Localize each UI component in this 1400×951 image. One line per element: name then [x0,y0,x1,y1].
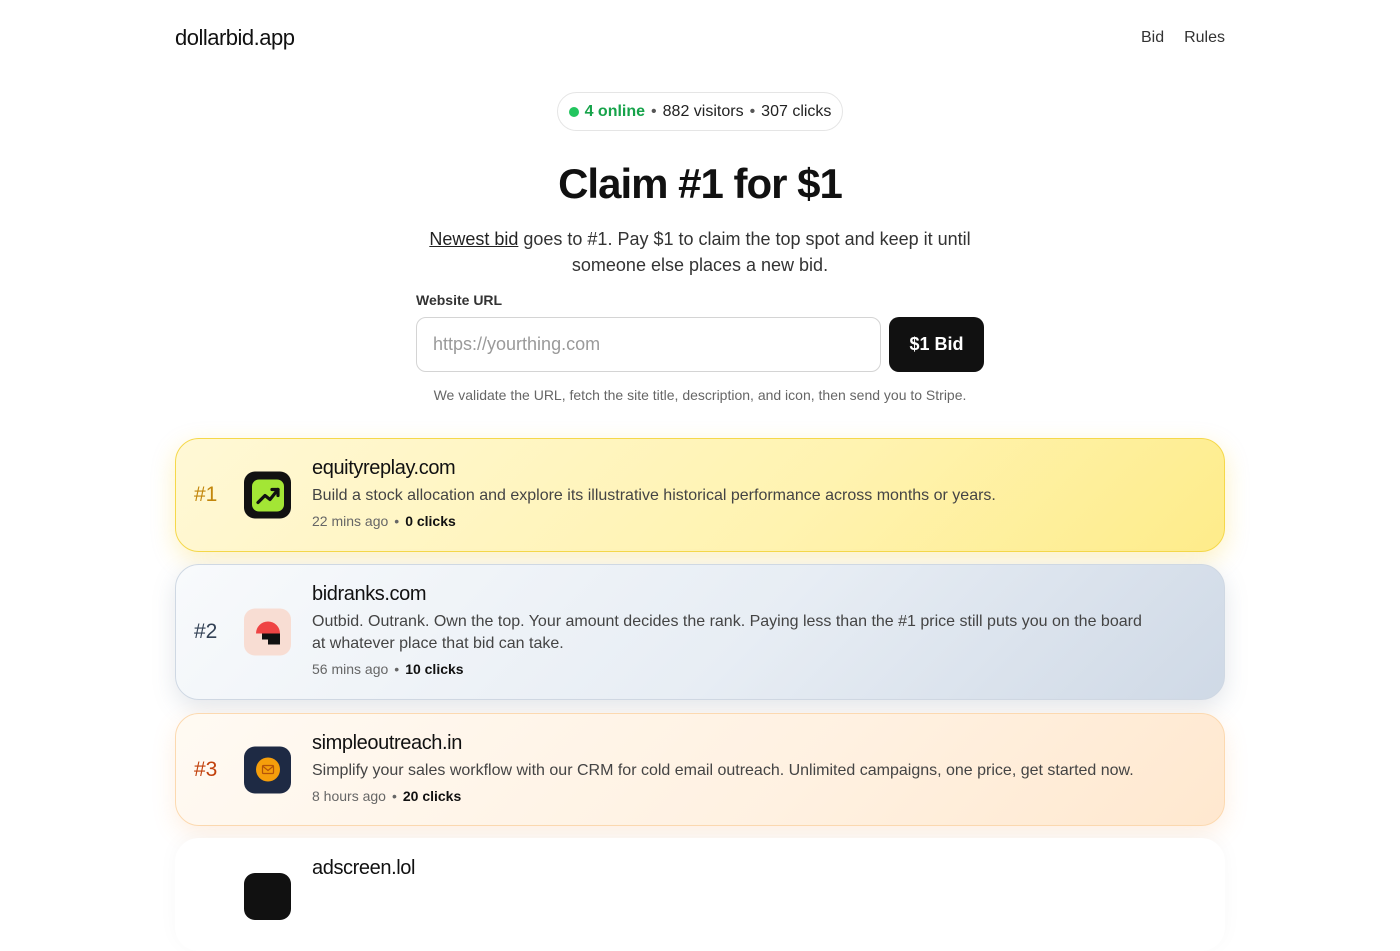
visitors-count: 882 visitors [662,102,744,120]
listing-content: simpleoutreach.in Simplify your sales wo… [312,732,1144,804]
listing-rank: #2 [194,620,218,643]
listing-rank: #3 [194,757,218,781]
listing-meta: 8 hours ago • 20 clicks [312,788,1144,804]
listing-content: bidranks.com Outbid. Outrank. Own the to… [312,583,1144,677]
listing-site[interactable]: simpleoutreach.in [312,732,1144,755]
bidranks-logo-icon [244,608,291,656]
listing-time: 22 mins ago [312,513,389,529]
listing-card-1[interactable]: #1 equityreplay.com Build a stock alloca… [175,438,1225,552]
listing-card-4[interactable]: adscreen.lol [175,838,1225,951]
live-stats-pill: 4 online • 882 visitors • 307 clicks [557,92,843,131]
listing-meta: 22 mins ago • 0 clicks [312,513,1144,529]
listing-card-2[interactable]: #2 bidranks.com Outbid. Outrank. Own the… [175,564,1225,700]
chart-trending-up-icon [244,471,291,519]
top-nav: Bid Rules [1141,29,1225,47]
website-url-label: Website URL [416,292,503,308]
separator: • [749,102,756,120]
listing-meta: 56 mins ago • 10 clicks [312,661,1144,677]
form-hint: We validate the URL, fetch the site titl… [433,387,967,403]
listing-site[interactable]: bidranks.com [312,583,1144,606]
online-dot-icon [568,106,579,117]
nav-bid-link[interactable]: Bid [1141,29,1164,47]
hero-subtitle-text: goes to #1. Pay $1 to claim the top spot… [518,229,971,275]
hero-subtitle: Newest bid goes to #1. Pay $1 to claim t… [420,226,980,278]
mail-circle-icon [244,746,291,793]
online-count: 4 online [584,102,646,120]
listing-content: adscreen.lol [312,857,1144,880]
newest-bid-link[interactable]: Newest bid [429,229,518,249]
page-title: Claim #1 for $1 [558,160,843,207]
separator: • [394,513,400,529]
clicks-count: 307 clicks [761,102,832,120]
listing-site[interactable]: adscreen.lol [312,857,1144,880]
adscreen-logo-icon [244,873,291,920]
nav-rules-link[interactable]: Rules [1184,29,1225,47]
listing-clicks: 0 clicks [405,513,456,529]
site-header: dollarbid.app Bid Rules [175,22,1225,54]
separator: • [391,788,397,804]
listing-time: 56 mins ago [312,661,389,677]
listing-description: Build a stock allocation and explore its… [312,487,996,504]
separator: • [394,661,400,677]
website-url-input[interactable] [416,317,881,372]
listing-site[interactable]: equityreplay.com [312,457,1144,480]
listing-rank: #1 [194,483,218,506]
separator: • [651,102,657,120]
listing-content: equityreplay.com Build a stock allocatio… [312,457,1144,529]
listing-clicks: 20 clicks [402,788,462,804]
brand-logo[interactable]: dollarbid.app [175,25,295,51]
listing-description: Outbid. Outrank. Own the top. Your amoun… [312,613,1142,652]
listing-card-3[interactable]: #3 simpleoutreach.in Simplify your sales… [175,713,1225,826]
listing-description: Simplify your sales workflow with our CR… [312,762,1134,779]
listing-time: 8 hours ago [312,788,386,804]
listing-clicks: 10 clicks [405,661,464,677]
bid-button[interactable]: $1 Bid [889,317,984,372]
